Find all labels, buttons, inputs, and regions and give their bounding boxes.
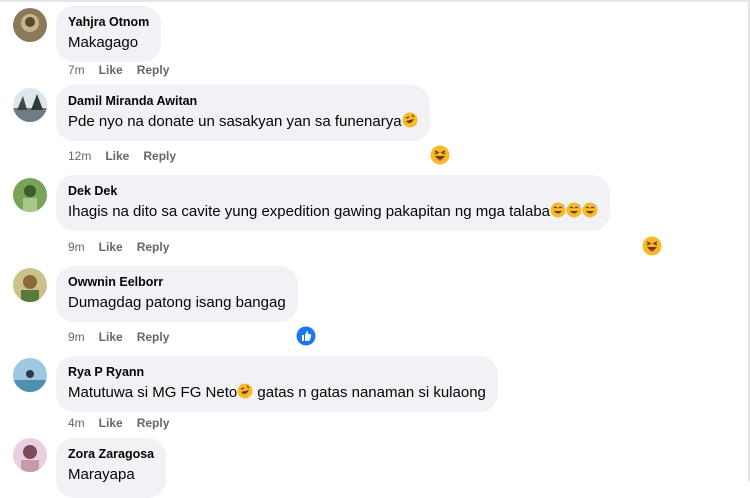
avatar[interactable] bbox=[13, 8, 47, 42]
haha-reaction-icon[interactable] bbox=[430, 145, 450, 165]
avatar[interactable] bbox=[13, 268, 47, 302]
comment-actions: 9m Like Reply bbox=[68, 240, 169, 254]
reply-button[interactable]: Reply bbox=[137, 240, 170, 254]
like-button[interactable]: Like bbox=[99, 63, 123, 77]
like-button[interactable]: Like bbox=[99, 330, 123, 344]
comment-actions: 12m Like Reply bbox=[68, 149, 176, 163]
comment-text: Marayapa bbox=[68, 466, 135, 483]
avatar[interactable] bbox=[13, 358, 47, 392]
comment-author[interactable]: Damil Miranda Awitan bbox=[68, 93, 418, 109]
comment-text: Matutuwa si MG FG Neto gatas n gatas nan… bbox=[68, 383, 486, 403]
comment-text: Pde nyo na donate un sasakyan yan sa fun… bbox=[68, 112, 418, 132]
comment-text-content: Matutuwa si MG FG Neto bbox=[68, 384, 238, 401]
comment-actions: 9m Like Reply bbox=[68, 330, 169, 344]
sweat-smile-emoji-icon bbox=[582, 202, 598, 218]
comment-text: Ihagis na dito sa cavite yung expedition… bbox=[68, 202, 598, 222]
like-reaction-icon[interactable] bbox=[296, 326, 316, 346]
comment-time[interactable]: 9m bbox=[68, 330, 85, 344]
comment-bubble: Yahjra Otnom Makagago bbox=[56, 6, 162, 62]
sweat-smile-emoji-icon bbox=[550, 202, 566, 218]
comment-time[interactable]: 12m bbox=[68, 149, 91, 163]
comment-text: Makagago bbox=[68, 34, 139, 51]
haha-reaction-icon[interactable] bbox=[642, 236, 662, 256]
avatar[interactable] bbox=[13, 88, 47, 122]
reply-button[interactable]: Reply bbox=[143, 149, 176, 163]
comment-time[interactable]: 7m bbox=[68, 63, 85, 77]
comment-actions: 7m Like Reply bbox=[68, 63, 169, 77]
comment-time[interactable]: 9m bbox=[68, 240, 85, 254]
comment-bubble: Owwnin Eelborr Dumagdag patong isang ban… bbox=[56, 266, 298, 322]
comment-text-content: Pde nyo na donate un sasakyan yan sa fun… bbox=[68, 113, 402, 130]
comment-bubble: Dek Dek Ihagis na dito sa cavite yung ex… bbox=[56, 175, 610, 231]
rofl-emoji-icon bbox=[402, 112, 418, 128]
like-button[interactable]: Like bbox=[105, 149, 129, 163]
comment-author[interactable]: Yahjra Otnom bbox=[68, 14, 149, 30]
avatar[interactable] bbox=[13, 178, 47, 212]
comment-time[interactable]: 4m bbox=[68, 416, 85, 430]
avatar[interactable] bbox=[13, 438, 47, 472]
comment-actions: 4m Like Reply bbox=[68, 416, 169, 430]
comment-author[interactable]: Zora Zaragosa bbox=[68, 446, 154, 462]
comment-text: Dumagdag patong isang bangag bbox=[68, 294, 286, 311]
comment-bubble: Rya P Ryann Matutuwa si MG FG Neto gatas… bbox=[56, 356, 498, 412]
comment-text-content: gatas n gatas nanaman si kulaong bbox=[253, 384, 486, 401]
like-button[interactable]: Like bbox=[99, 416, 123, 430]
comment-author[interactable]: Rya P Ryann bbox=[68, 364, 486, 380]
like-button[interactable]: Like bbox=[99, 240, 123, 254]
comment-text-content: Ihagis na dito sa cavite yung expedition… bbox=[68, 203, 550, 220]
sweat-smile-emoji-icon bbox=[566, 202, 582, 218]
comment-author[interactable]: Owwnin Eelborr bbox=[68, 274, 286, 290]
reply-button[interactable]: Reply bbox=[137, 63, 170, 77]
top-divider bbox=[0, 0, 750, 2]
comment-author[interactable]: Dek Dek bbox=[68, 183, 598, 199]
comment-bubble: Damil Miranda Awitan Pde nyo na donate u… bbox=[56, 85, 430, 141]
comment-bubble: Zora Zaragosa Marayapa bbox=[56, 438, 167, 498]
reply-button[interactable]: Reply bbox=[137, 330, 170, 344]
rofl-emoji-icon bbox=[237, 383, 253, 399]
reply-button[interactable]: Reply bbox=[137, 416, 170, 430]
